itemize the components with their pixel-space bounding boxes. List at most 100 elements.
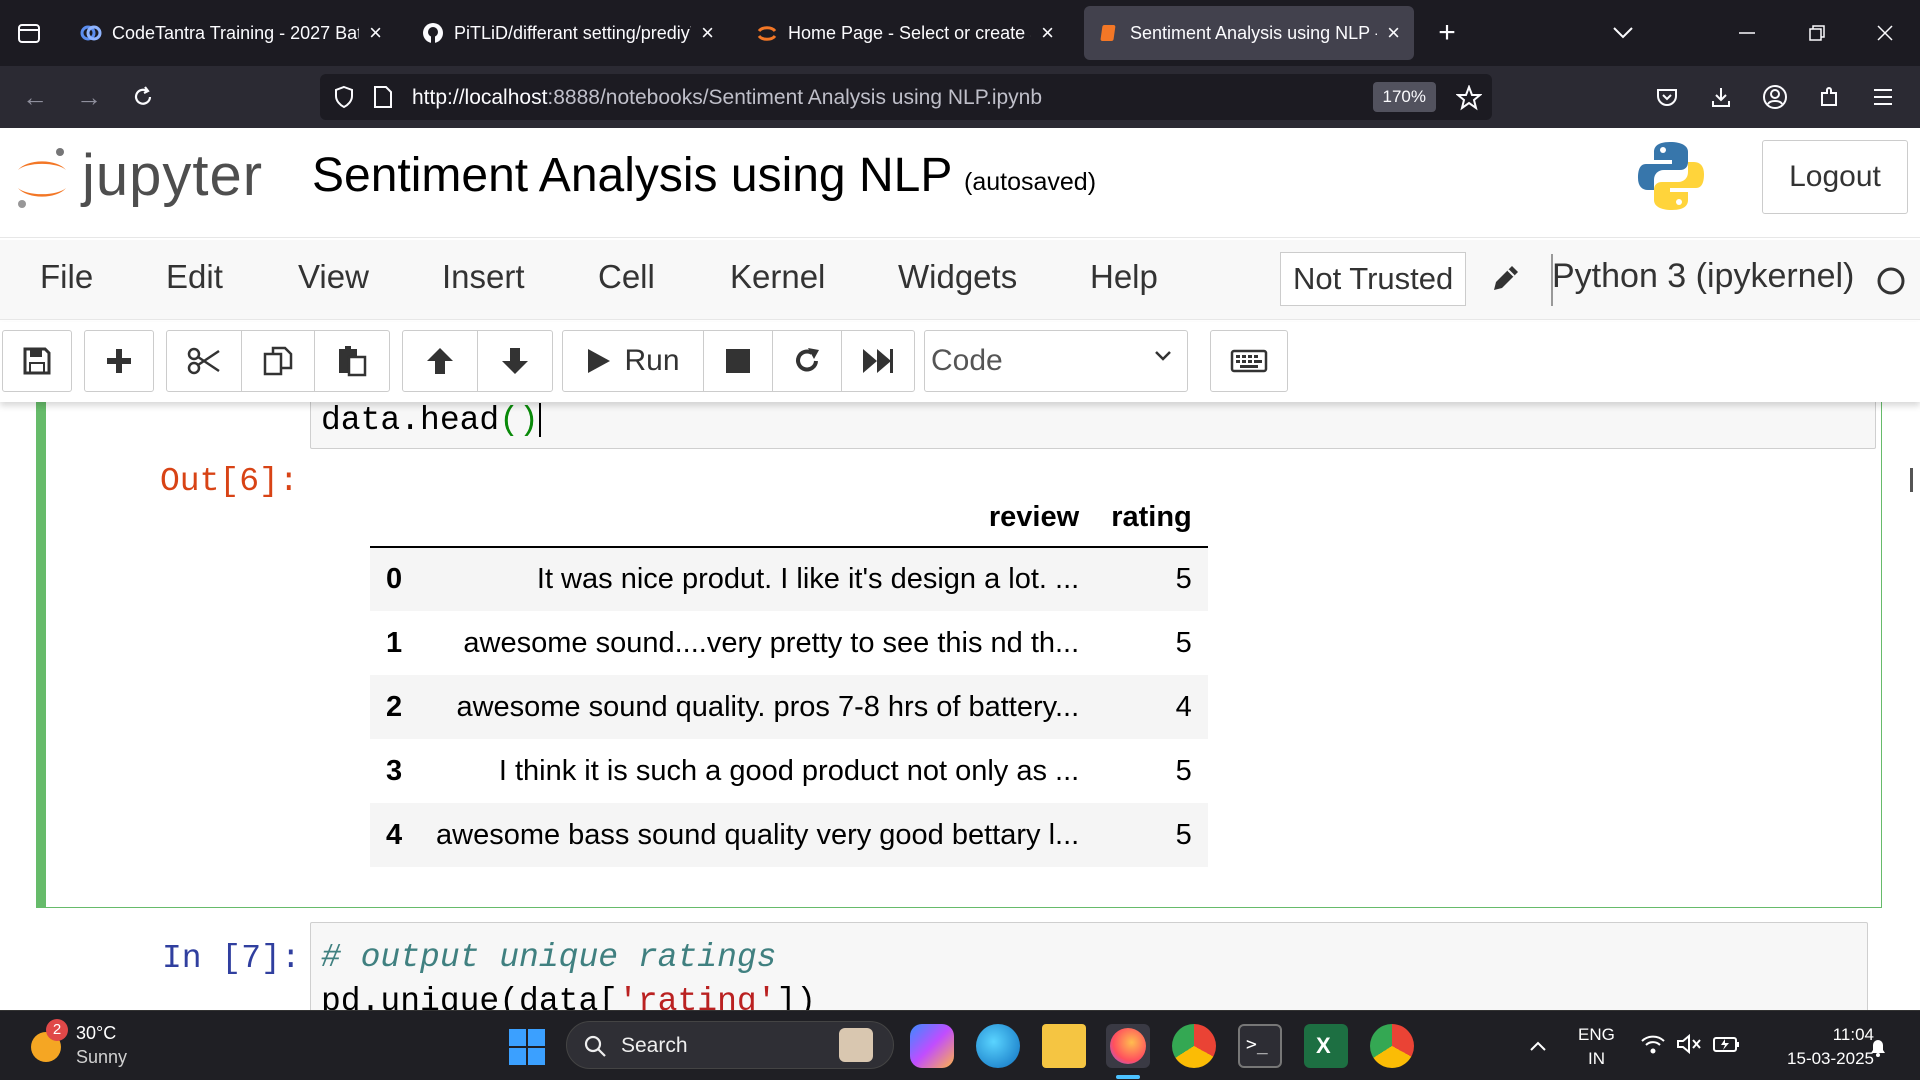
close-tab-icon[interactable]: × [1041,20,1054,46]
dataframe-output: review rating 0 It was nice produt. I li… [370,489,1208,867]
show-hidden-icons-chevron-icon[interactable] [1528,1039,1548,1053]
input-language[interactable]: ENG [1578,1025,1615,1045]
wifi-icon[interactable] [1640,1033,1666,1055]
shield-icon[interactable] [332,85,356,109]
new-tab-button[interactable]: + [1426,12,1468,54]
review-cell: awesome sound....very pretty to see this… [463,626,1080,659]
row-index: 0 [386,563,403,595]
kernel-name[interactable]: Python 3 (ipykernel) [1552,257,1854,296]
row-index: 2 [386,690,403,723]
scrollbar-thumb[interactable] [1910,468,1913,492]
menu-insert[interactable]: Insert [442,258,525,296]
not-trusted-button[interactable]: Not Trusted [1280,252,1467,306]
page-info-icon[interactable] [372,85,394,109]
tab-jupyter-home[interactable]: Home Page - Select or create a × [742,6,1068,60]
python-logo-icon [1638,142,1704,210]
minimize-window-button[interactable] [1726,12,1768,54]
battery-charging-icon[interactable] [1712,1033,1740,1055]
close-tab-icon[interactable]: × [1387,20,1400,46]
taskbar-search-box[interactable]: Search [566,1021,894,1069]
search-label: Search [621,1034,688,1057]
jupyter-logo-icon[interactable] [12,142,72,212]
code-input-area[interactable]: data.head() [310,402,1876,449]
rating-cell: 5 [1175,754,1192,787]
downloads-icon[interactable] [1700,76,1742,118]
tab-sentiment-analysis[interactable]: Sentiment Analysis using NLP - × [1084,6,1414,60]
url-text[interactable]: http://localhost:8888/notebooks/Sentimen… [412,86,1042,110]
insert-cell-button[interactable] [84,330,154,392]
command-palette-button[interactable] [1210,330,1288,392]
selected-code-cell[interactable]: data.head() Out[6]: review rating 0 It w… [36,402,1882,908]
input-region[interactable]: IN [1588,1049,1605,1069]
run-label: Run [624,344,680,377]
volume-muted-icon[interactable] [1676,1033,1702,1055]
cell-type-select[interactable]: Code [924,330,1188,392]
review-cell: It was nice produt. I like it's design a… [536,563,1080,595]
edit-pencil-icon[interactable] [1490,262,1522,294]
copilot-icon[interactable] [910,1024,954,1068]
arrow-up-icon [427,348,453,374]
code-comment-line: # output unique ratings [321,939,777,976]
tab-list-icon[interactable] [8,12,50,54]
cut-button[interactable] [166,330,242,392]
menu-view[interactable]: View [298,258,369,296]
url-bar[interactable]: http://localhost:8888/notebooks/Sentimen… [320,74,1492,120]
menu-kernel[interactable]: Kernel [730,258,825,296]
restart-icon [796,348,819,372]
kernel-idle-indicator-icon [1877,267,1905,295]
menu-help[interactable]: Help [1090,258,1158,296]
menu-widgets[interactable]: Widgets [898,258,1017,296]
taskbar-date[interactable]: 15-03-2025 [1762,1049,1874,1069]
jupyter-logo-text[interactable]: jupyter [82,142,263,209]
menu-hamburger-icon[interactable] [1862,76,1904,118]
menu-cell[interactable]: Cell [598,258,655,296]
reload-icon[interactable] [122,76,164,118]
pocket-icon[interactable] [1646,76,1688,118]
close-tab-icon[interactable]: × [369,20,382,46]
notifications-bell-icon[interactable] [1866,1035,1890,1059]
fast-forward-icon [863,349,893,373]
menu-edit[interactable]: Edit [166,258,223,296]
tab-codetantra[interactable]: CodeTantra Training - 2027 Batc × [66,6,396,60]
interrupt-kernel-button[interactable] [703,330,773,392]
taskbar-clock[interactable]: 11:04 [1810,1025,1874,1045]
edge-browser-icon[interactable] [976,1024,1020,1068]
restart-kernel-button[interactable] [772,330,842,392]
restart-run-all-button[interactable] [841,330,915,392]
copy-icon [263,346,293,376]
firefox-icon[interactable] [1106,1024,1150,1068]
list-tabs-chevron-icon[interactable] [1602,12,1644,54]
run-button[interactable]: Run [562,330,704,392]
zoom-level-badge[interactable]: 170% [1372,82,1436,112]
tab-title: CodeTantra Training - 2027 Batc [112,22,360,43]
move-down-button[interactable] [477,330,553,392]
browser-tab-bar: CodeTantra Training - 2027 Batc × PiTLiD… [0,0,1920,66]
notebook-title[interactable]: Sentiment Analysis using NLP [312,148,952,203]
restore-window-button[interactable] [1796,12,1838,54]
save-button[interactable] [2,330,72,392]
windows-start-icon[interactable] [508,1028,546,1066]
account-icon[interactable] [1754,76,1796,118]
excel-icon[interactable]: X [1304,1024,1348,1068]
close-tab-icon[interactable]: × [701,20,714,46]
back-arrow-icon[interactable]: ← [14,76,56,118]
chrome-icon[interactable] [1370,1024,1414,1068]
bookmark-star-icon[interactable] [1456,85,1482,111]
terminal-icon[interactable]: >_ [1238,1024,1282,1068]
search-highlight-image [839,1028,873,1062]
extensions-icon[interactable] [1808,76,1850,118]
paste-button[interactable] [314,330,390,392]
arrow-down-icon [502,348,528,374]
tab-github[interactable]: PiTLiD/differant setting/prediy7 × [408,6,728,60]
file-explorer-icon[interactable] [1042,1024,1086,1068]
excel-glyph: X [1316,1033,1331,1058]
menu-file[interactable]: File [40,258,93,296]
copy-button[interactable] [241,330,315,392]
code-input-area[interactable]: # output unique ratings pd.unique(data['… [310,922,1868,1010]
move-up-button[interactable] [402,330,478,392]
logout-button[interactable]: Logout [1762,140,1908,214]
close-window-button[interactable] [1864,12,1906,54]
chrome-profile-icon[interactable] [1172,1024,1216,1068]
forward-arrow-icon[interactable]: → [68,76,110,118]
firefox-logo [1110,1028,1146,1064]
